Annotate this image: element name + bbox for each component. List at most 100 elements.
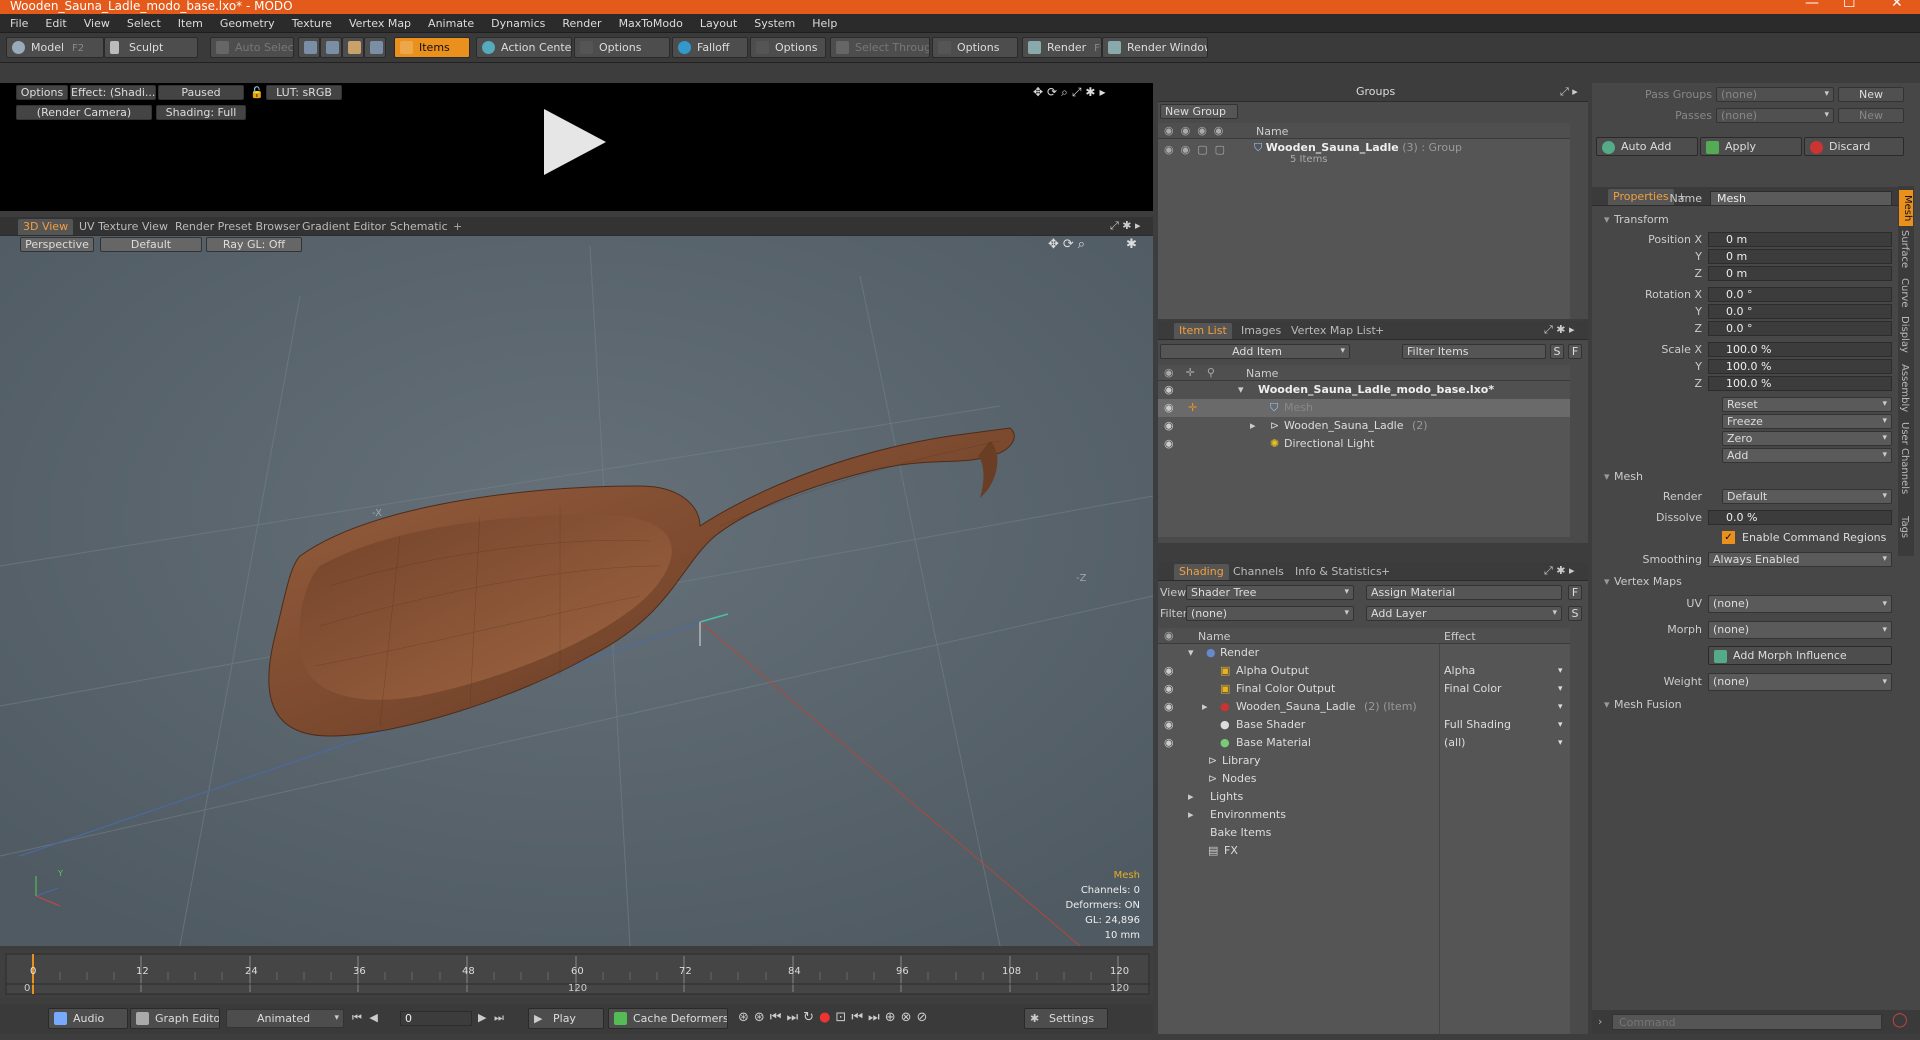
dissolve-field[interactable]: 0.0 % [1708, 510, 1892, 525]
shading-dropdown[interactable]: Shading: Full [156, 105, 246, 120]
position-z-field[interactable]: 0 m [1708, 266, 1892, 281]
tab-channels[interactable]: Channels [1228, 564, 1289, 580]
shading-style-dropdown[interactable]: Default [100, 237, 202, 252]
polygons-mode-button[interactable] [342, 37, 364, 58]
render-dropdown[interactable]: Default [1722, 489, 1892, 504]
timeline[interactable]: 0 12 24 36 48 60 72 84 96 108 120 0 120 … [0, 950, 1153, 998]
morph-dropdown[interactable]: (none) [1708, 621, 1892, 639]
new-group-button[interactable]: New Group [1160, 104, 1238, 119]
effect-dropdown-arrow-icon[interactable]: ▾ [1558, 734, 1563, 752]
item-row-scene[interactable]: ◉ ▾ Wooden_Sauna_Ladle_modo_base.lxo* [1158, 381, 1570, 399]
scale-y-field[interactable]: 100.0 % [1708, 359, 1892, 374]
shading-f-button[interactable]: F [1568, 585, 1582, 600]
tab-vertex-map-list[interactable]: Vertex Map List [1286, 323, 1381, 339]
rotation-z-field[interactable]: 0.0 ° [1708, 321, 1892, 336]
side-tab-assembly[interactable]: Assembly [1899, 364, 1910, 412]
discard-button[interactable]: Discard [1804, 137, 1904, 156]
add-morph-influence-button[interactable]: Add Morph Influence [1708, 646, 1892, 665]
select-through-options-button[interactable]: Options [932, 37, 1018, 58]
current-frame-field[interactable]: 0 [400, 1011, 472, 1026]
tab-render-preset-browser[interactable]: Render Preset Browser [170, 219, 305, 235]
name-field[interactable]: Mesh [1710, 191, 1892, 206]
audio-button[interactable]: Audio [48, 1008, 128, 1029]
side-tab-mesh[interactable]: Mesh [1899, 190, 1913, 226]
tab-images[interactable]: Images [1236, 323, 1286, 339]
visibility-eye-icon[interactable]: ◉ [1164, 734, 1174, 752]
close-button[interactable]: ✕ [1891, 0, 1903, 10]
menu-edit[interactable]: Edit [35, 14, 73, 33]
tab-gradient-editor[interactable]: Gradient Editor [297, 219, 391, 235]
key-tools-icons[interactable]: ⊛⊛⏮⏭↻●⊡⏮⏭⊕⊗⊘ [738, 1010, 932, 1025]
item-list-expand-icon[interactable]: ⤢ ✱ ▸ [1544, 323, 1575, 337]
new-pass-group-button[interactable]: New [1838, 87, 1904, 102]
item-row-light[interactable]: ◉ ✺ Directional Light [1158, 435, 1570, 453]
group-row-toggles[interactable]: ◉◉▢▢ [1164, 143, 1232, 156]
shader-row-final-color[interactable]: ◉ ▣ Final Color Output Final Color ▾ [1158, 680, 1570, 698]
menu-dynamics[interactable]: Dynamics [481, 14, 552, 33]
preview-effect-dropdown[interactable]: Effect: (Shadi... [70, 85, 156, 100]
apply-button[interactable]: Apply [1700, 137, 1802, 156]
menu-maxtomodo[interactable]: MaxToModo [609, 14, 690, 33]
auto-add-button[interactable]: Auto Add [1596, 137, 1698, 156]
tab-uv-texture-view[interactable]: UV Texture View [74, 219, 173, 235]
shader-row-library[interactable]: ⊳ Library [1158, 752, 1570, 770]
side-tab-surface[interactable]: Surface [1899, 230, 1910, 268]
pass-groups-dropdown[interactable]: (none) [1716, 87, 1834, 102]
rotation-y-field[interactable]: 0.0 ° [1708, 304, 1892, 319]
add-tab-icon[interactable]: + [1370, 323, 1389, 339]
menu-item[interactable]: Item [168, 14, 210, 33]
shader-row-nodes[interactable]: ⊳ Nodes [1158, 770, 1570, 788]
side-tab-tags[interactable]: Tags [1899, 516, 1910, 538]
item-row-mesh[interactable]: ◉ ✛ ⛉ Mesh [1158, 399, 1570, 417]
vertices-mode-button[interactable] [298, 37, 320, 58]
sculpt-mode-button[interactable]: Sculpt [104, 37, 198, 58]
auto-select-button[interactable]: Auto Select [210, 37, 294, 58]
menu-system[interactable]: System [744, 14, 802, 33]
side-tab-display[interactable]: Display [1899, 316, 1910, 353]
tab-schematic[interactable]: Schematic [385, 219, 453, 235]
render-window-button[interactable]: Render Window [1102, 37, 1208, 58]
filter-f-button[interactable]: F [1568, 344, 1582, 359]
add-tab-icon[interactable]: + [1376, 564, 1395, 580]
expand-arrow-icon[interactable]: ▸ [1188, 788, 1194, 806]
group-row[interactable]: ⛉ Wooden_Sauna_Ladle (3) : Group [1254, 141, 1462, 155]
preview-view-controls-icon[interactable]: ✥⟳⌕⤢✱▸ [1033, 85, 1110, 100]
viewport-settings-icon[interactable]: ⤢ ✱ ▸ [1110, 219, 1141, 233]
tab-3d-view[interactable]: 3D View [18, 219, 74, 235]
viewport-nav-icons[interactable]: ✥⟳⌕ [1048, 237, 1089, 252]
scale-z-field[interactable]: 100.0 % [1708, 376, 1892, 391]
add-tab-icon[interactable]: + [448, 219, 467, 235]
tab-item-list[interactable]: Item List [1174, 323, 1232, 339]
menu-layout[interactable]: Layout [690, 14, 744, 33]
materials-mode-button[interactable] [364, 37, 386, 58]
filter-s-button[interactable]: S [1550, 344, 1564, 359]
transform-section[interactable]: Transform [1600, 212, 1900, 227]
expand-arrow-icon[interactable]: ▸ [1202, 698, 1208, 716]
expand-arrow-icon[interactable]: ▸ [1188, 806, 1194, 824]
menu-texture[interactable]: Texture [282, 14, 339, 33]
visibility-eye-icon[interactable]: ◉ [1164, 698, 1174, 716]
side-tab-curve[interactable]: Curve [1899, 278, 1910, 308]
perspective-dropdown[interactable]: Perspective [20, 237, 94, 252]
expand-arrow-icon[interactable]: ▾ [1188, 644, 1194, 662]
transport-next-icons[interactable]: ▶ ⏭ [478, 1011, 506, 1025]
passes-dropdown[interactable]: (none) [1716, 108, 1834, 123]
effect-dropdown-arrow-icon[interactable]: ▾ [1558, 698, 1563, 716]
visibility-eye-icon[interactable]: ◉ [1164, 680, 1174, 698]
command-regions-checkbox[interactable]: ✓ [1722, 531, 1735, 544]
play-icon[interactable] [540, 107, 610, 177]
shader-row-alpha-output[interactable]: ◉ ▣ Alpha Output Alpha ▾ [1158, 662, 1570, 680]
cache-deformers-button[interactable]: Cache Deformers [608, 1008, 728, 1029]
mesh-section[interactable]: Mesh [1600, 469, 1900, 484]
position-y-field[interactable]: 0 m [1708, 249, 1892, 264]
new-pass-button[interactable]: New [1838, 108, 1904, 123]
shader-row-lights[interactable]: ▸ Lights [1158, 788, 1570, 806]
shader-row-material-group[interactable]: ◉ ▸ ● Wooden_Sauna_Ladle (2) (Item) ▾ [1158, 698, 1570, 716]
visibility-eye-icon[interactable]: ◉ [1164, 399, 1174, 417]
menu-geometry[interactable]: Geometry [210, 14, 282, 33]
lut-dropdown[interactable]: LUT: sRGB [266, 85, 342, 100]
menu-render[interactable]: Render [552, 14, 608, 33]
command-input[interactable] [1612, 1014, 1882, 1030]
viewport-options-gear-icon[interactable]: ✱ [1126, 237, 1137, 252]
maximize-button[interactable]: ☐ [1843, 0, 1856, 10]
